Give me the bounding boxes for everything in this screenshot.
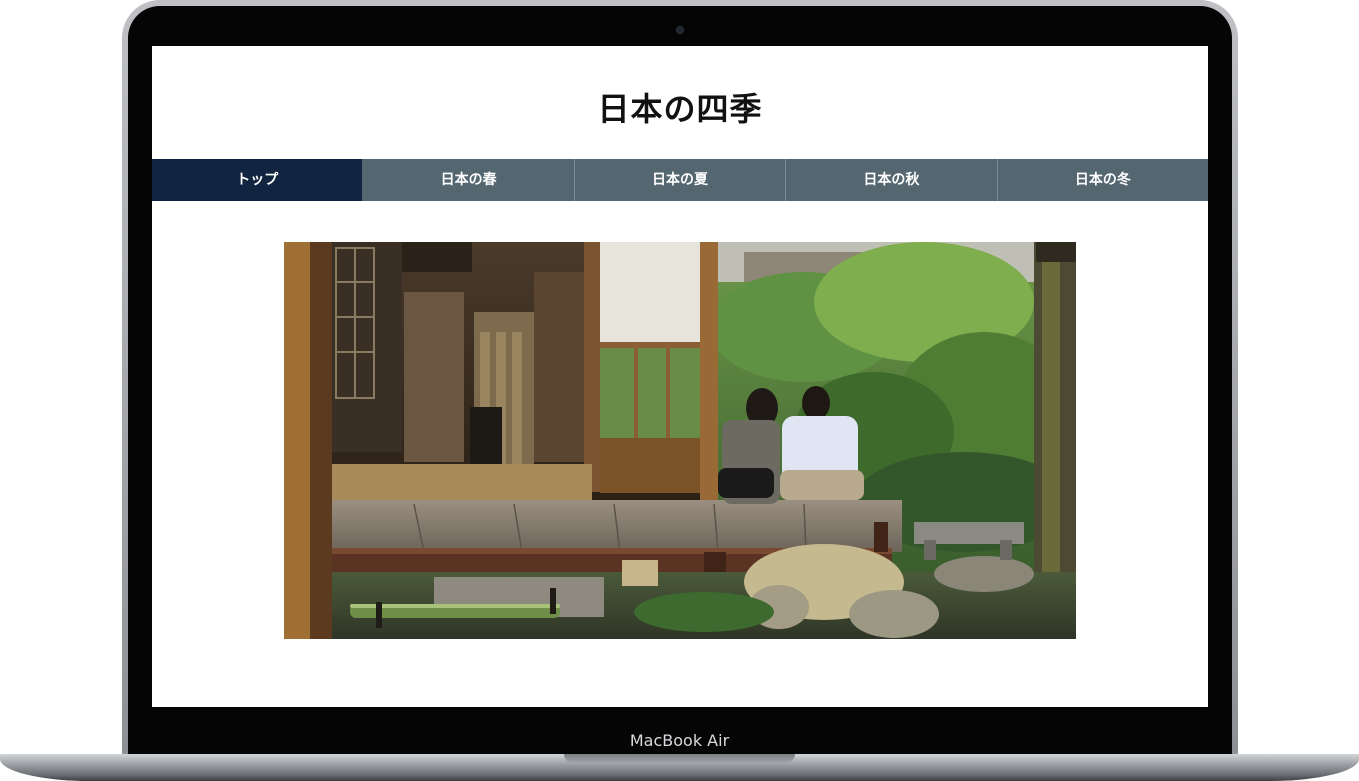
nav-item-winter[interactable]: 日本の冬: [996, 159, 1208, 201]
laptop-model-label: MacBook Air: [629, 731, 730, 750]
nav-item-top[interactable]: トップ: [152, 159, 363, 201]
hero-photo: [284, 242, 1076, 639]
nav-item-spring[interactable]: 日本の春: [362, 159, 574, 201]
laptop-hinge-notch: [564, 754, 795, 763]
nav-item-summer[interactable]: 日本の夏: [573, 159, 786, 201]
hero-photo-graphic: [284, 242, 1076, 639]
nav-item-autumn[interactable]: 日本の秋: [785, 159, 997, 201]
camera-icon: [677, 27, 683, 33]
site-title: 日本の四季: [597, 90, 763, 128]
global-nav: トップ 日本の春 日本の夏 日本の秋 日本の冬: [152, 159, 1208, 201]
browser-viewport: 日本の四季 トップ 日本の春 日本の夏 日本の秋 日本の冬: [152, 46, 1208, 707]
